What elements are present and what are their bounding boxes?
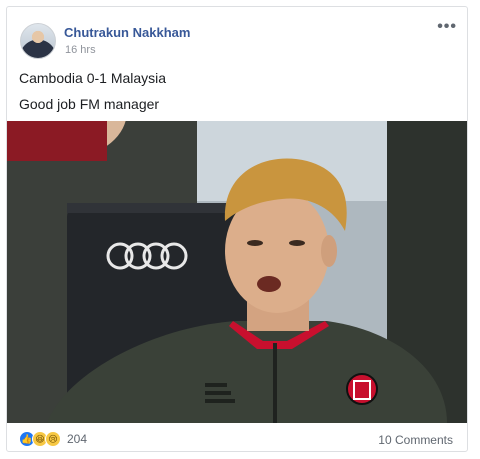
post-footer: 👍 😆 😢 204 10 Comments: [7, 423, 467, 451]
comments-link[interactable]: 10 Comments: [378, 433, 453, 447]
post-text-line-1: Cambodia 0-1 Malaysia: [19, 70, 167, 86]
post-card: Chutrakun Nakkham 16 hrs ••• Cambodia 0-…: [6, 6, 468, 452]
reaction-count[interactable]: 204: [67, 432, 87, 446]
reactions-summary[interactable]: 👍 😆 😢 204: [19, 431, 87, 447]
post-text-line-2: Good job FM manager: [19, 96, 160, 112]
author-name[interactable]: Chutrakun Nakkham: [64, 25, 190, 40]
photo-illustration: [7, 121, 467, 423]
post-timestamp[interactable]: 16 hrs: [65, 44, 96, 56]
more-options-icon[interactable]: •••: [437, 19, 457, 35]
post-photo[interactable]: [7, 121, 467, 423]
author-avatar[interactable]: [20, 23, 56, 59]
post-header: Chutrakun Nakkham 16 hrs •••: [7, 7, 467, 63]
sad-icon: 😢: [45, 431, 61, 447]
